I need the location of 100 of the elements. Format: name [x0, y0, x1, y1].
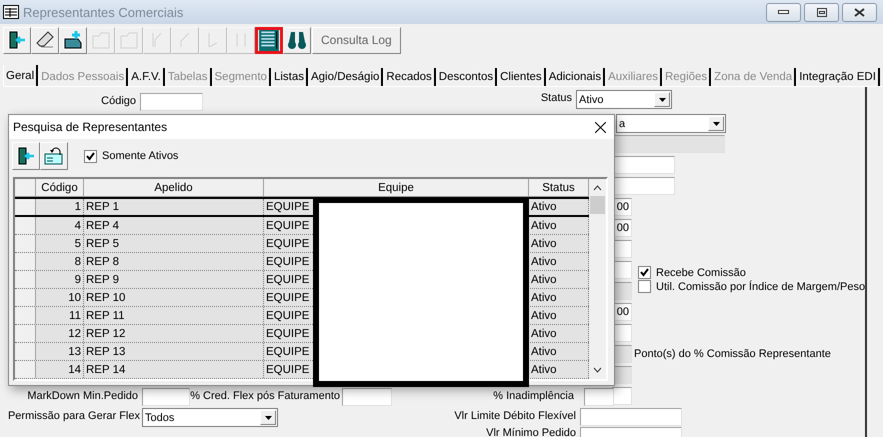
table-cell: REP 9: [84, 271, 264, 288]
dropdown[interactable]: Todos: [142, 408, 278, 427]
app-icon: [3, 5, 19, 19]
text-field[interactable]: [584, 388, 614, 406]
table-cell: Ativo: [529, 325, 589, 342]
text-field[interactable]: [612, 156, 675, 174]
field-label: Vlr Limite Débito Flexível: [454, 410, 576, 422]
field-label: Código: [101, 95, 136, 107]
column-header[interactable]: Código: [36, 179, 84, 197]
column-header[interactable]: Apelido: [84, 179, 264, 197]
door-icon: [7, 30, 27, 50]
table-cell: 13: [36, 343, 84, 360]
field-label: Permissão para Gerar Flex: [8, 410, 140, 422]
scroll-up-icon[interactable]: [593, 185, 602, 191]
previous-icon: [180, 33, 190, 47]
table-cell: 14: [36, 361, 84, 378]
door-icon: [16, 146, 36, 166]
column-header[interactable]: Equipe: [264, 179, 529, 197]
table-cell: REP 4: [84, 217, 264, 234]
table-cell: REP 11: [84, 307, 264, 324]
table-cell: REP 1: [84, 199, 264, 215]
maximize-icon: [816, 8, 826, 16]
checkbox-label: Somente Ativos: [102, 150, 178, 162]
tab[interactable]: Descontos: [436, 68, 498, 86]
text-field[interactable]: [580, 408, 682, 426]
text-field[interactable]: [612, 387, 632, 405]
eraser-icon: [35, 30, 55, 50]
tab[interactable]: Integração EDI: [796, 68, 880, 86]
card-arrow-icon: [44, 147, 64, 165]
text-field[interactable]: [142, 388, 190, 406]
close-icon: [854, 8, 865, 16]
caret-icon: [712, 122, 720, 126]
table-cell: REP 8: [84, 253, 264, 270]
exit-button[interactable]: [12, 142, 40, 170]
table-cell: Ativo: [529, 217, 589, 234]
table-cell: Ativo: [529, 307, 589, 324]
field-label: % Inadimplência: [493, 390, 574, 402]
close-icon[interactable]: [595, 122, 606, 132]
scroll-thumb[interactable]: [590, 196, 605, 214]
tab[interactable]: Recados: [383, 68, 436, 86]
table-cell: REP 13: [84, 343, 264, 360]
close-button[interactable]: [842, 2, 877, 22]
field-label: % Cred. Flex pós Faturamento: [190, 390, 340, 402]
table-cell: 1: [36, 199, 84, 215]
checkbox[interactable]: [638, 280, 651, 293]
minimize-icon: [778, 10, 789, 14]
toolbar-button[interactable]: [283, 26, 311, 54]
table-cell: Ativo: [529, 289, 589, 306]
checkbox-label: Util. Comissão por Índice de Margem/Peso: [656, 280, 866, 292]
dropdown[interactable]: a: [616, 114, 726, 133]
column-header[interactable]: Status: [529, 179, 589, 197]
field-label: MarkDown Min.Pedido: [27, 390, 138, 402]
folder-icon: [91, 30, 111, 50]
dropdown[interactable]: Ativo: [576, 90, 672, 109]
first-icon: [152, 33, 162, 47]
log-button[interactable]: Consulta Log: [312, 26, 401, 54]
caret-icon: [658, 98, 666, 102]
table-cell: 5: [36, 235, 84, 252]
tab[interactable]: Adicionais: [546, 68, 606, 86]
tab[interactable]: Clientes: [497, 68, 546, 86]
table-cell: REP 12: [84, 325, 264, 342]
table-cell: REP 14: [84, 361, 264, 378]
refresh-button[interactable]: [40, 142, 68, 170]
text-field[interactable]: [342, 388, 392, 406]
checkbox-label: Recebe Comissão: [656, 266, 746, 278]
grid-icon: [258, 29, 280, 51]
window-title: Representantes Comerciais: [23, 4, 184, 20]
text-field[interactable]: [612, 177, 675, 195]
table-cell: Ativo: [529, 253, 589, 270]
minimize-button[interactable]: [766, 2, 801, 22]
toolbar-button[interactable]: [31, 26, 59, 54]
folder-add-icon: [63, 30, 83, 50]
table-cell: REP 5: [84, 235, 264, 252]
next-icon: [208, 33, 218, 47]
checkbox[interactable]: [84, 150, 97, 162]
table-cell: Ativo: [529, 361, 589, 378]
tab[interactable]: Listas: [270, 68, 308, 86]
tab[interactable]: Agio/Deságio: [308, 68, 384, 86]
toolbar-button[interactable]: [3, 26, 31, 54]
table-cell: REP 10: [84, 289, 264, 306]
binoculars-icon: [287, 30, 307, 50]
toolbar-button[interactable]: [59, 26, 87, 54]
dialog-title: Pesquisa de Representantes: [13, 120, 168, 134]
table-cell: 12: [36, 325, 84, 342]
table-cell: Ativo: [529, 199, 589, 215]
tab[interactable]: Geral: [3, 65, 38, 86]
text-field[interactable]: [140, 93, 203, 111]
toolbar-button[interactable]: [255, 26, 283, 54]
caret-icon: [264, 416, 272, 420]
table-cell: 9: [36, 271, 84, 288]
tab[interactable]: A.F.V.: [128, 68, 165, 86]
table-cell: 11: [36, 307, 84, 324]
checkbox[interactable]: [638, 266, 651, 279]
table-cell: 10: [36, 289, 84, 306]
table-cell: 8: [36, 253, 84, 270]
last-icon: [236, 33, 246, 47]
field-label: Vlr Mínimo Pedido: [486, 427, 576, 437]
maximize-button[interactable]: [804, 2, 839, 22]
table-cell: Ativo: [529, 235, 589, 252]
scroll-down-icon[interactable]: [593, 367, 602, 373]
